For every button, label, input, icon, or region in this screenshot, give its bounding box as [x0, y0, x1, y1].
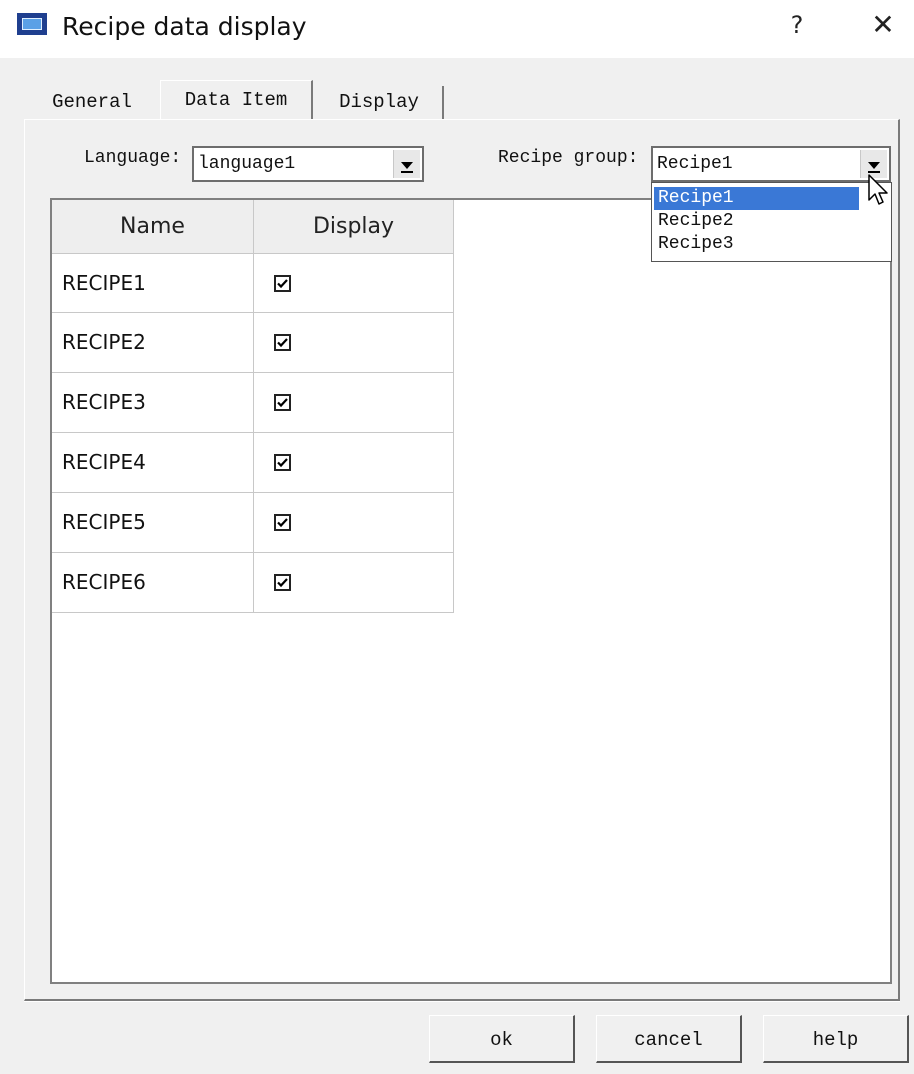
- dropdown-option-recipe2[interactable]: Recipe2: [654, 210, 859, 233]
- recipe-group-dropdown-list: Recipe1 Recipe2 Recipe3: [651, 182, 892, 262]
- display-checkbox[interactable]: [274, 454, 291, 471]
- dropdown-option-recipe1[interactable]: Recipe1: [654, 187, 859, 210]
- row-name-cell: RECIPE2: [52, 313, 254, 373]
- column-header-name[interactable]: Name: [52, 200, 254, 254]
- display-checkbox-cell: [254, 313, 454, 373]
- language-label: Language:: [84, 148, 182, 168]
- row-name-cell: RECIPE3: [52, 373, 254, 433]
- display-checkbox-cell: [254, 254, 454, 313]
- tab-data-item[interactable]: Data Item: [160, 80, 313, 120]
- recipe-group-select[interactable]: Recipe1: [651, 146, 891, 182]
- language-value: language1: [198, 154, 296, 174]
- display-checkbox-cell: [254, 553, 454, 613]
- row-name-cell: RECIPE1: [52, 254, 254, 313]
- row-name-cell: RECIPE6: [52, 553, 254, 613]
- help-icon[interactable]: ?: [782, 10, 812, 40]
- display-checkbox-cell: [254, 373, 454, 433]
- display-checkbox[interactable]: [274, 334, 291, 351]
- recipe-group-label: Recipe group:: [498, 148, 639, 168]
- language-dropdown-arrow-icon[interactable]: [393, 150, 420, 178]
- display-checkbox-cell: [254, 433, 454, 493]
- tab-display[interactable]: Display: [316, 86, 444, 119]
- display-checkbox[interactable]: [274, 394, 291, 411]
- ok-button[interactable]: ok: [429, 1015, 575, 1063]
- row-name-cell: RECIPE4: [52, 433, 254, 493]
- display-checkbox[interactable]: [274, 514, 291, 531]
- window-title: Recipe data display: [62, 12, 307, 41]
- hmi-app-icon: [17, 13, 47, 35]
- tab-general[interactable]: General: [32, 86, 152, 119]
- display-checkbox[interactable]: [274, 574, 291, 591]
- close-icon[interactable]: ✕: [866, 8, 900, 42]
- display-checkbox-cell: [254, 493, 454, 553]
- cancel-button[interactable]: cancel: [596, 1015, 742, 1063]
- recipe-data-grid: Name Display RECIPE1 RECIPE2 RECIPE3 REC…: [50, 198, 892, 984]
- help-button[interactable]: help: [763, 1015, 909, 1063]
- display-checkbox[interactable]: [274, 275, 291, 292]
- dropdown-option-recipe3[interactable]: Recipe3: [654, 233, 859, 256]
- recipe-group-value: Recipe1: [657, 154, 733, 174]
- title-bar: Recipe data display ? ✕: [0, 0, 914, 58]
- language-select[interactable]: language1: [192, 146, 424, 182]
- footer-divider: [24, 1001, 900, 1002]
- mouse-cursor-icon: [868, 174, 888, 205]
- row-name-cell: RECIPE5: [52, 493, 254, 553]
- column-header-display[interactable]: Display: [254, 200, 454, 254]
